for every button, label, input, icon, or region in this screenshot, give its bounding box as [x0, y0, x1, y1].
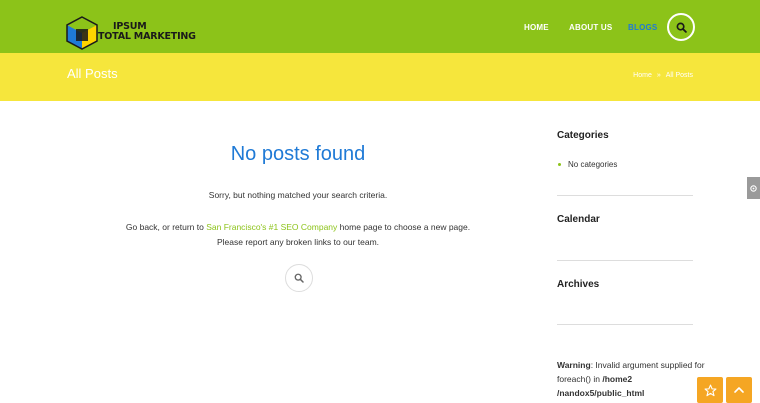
report-message: Please report any broken links to our te…	[216, 237, 380, 247]
chevron-up-icon	[734, 387, 744, 393]
sidebar-divider	[557, 324, 693, 325]
go-back-suffix: home page to choose a new page.	[337, 222, 471, 232]
nav-blogs[interactable]: BLOGS	[628, 23, 657, 32]
home-link[interactable]: San Francisco's #1 SEO Company	[206, 222, 337, 232]
nav-home[interactable]: HOME	[524, 23, 549, 32]
content-search-button[interactable]	[285, 264, 313, 292]
side-panel-tab[interactable]	[747, 177, 760, 199]
search-icon	[294, 273, 304, 283]
calendar-heading: Calendar	[557, 214, 600, 225]
logo-cube-icon[interactable]	[66, 16, 98, 50]
logo-text[interactable]: IPSUM TOTAL MARKETING	[98, 22, 196, 42]
nav-about-us[interactable]: ABOUT US	[569, 23, 612, 32]
sidebar-divider	[557, 195, 693, 196]
logo-line-2: TOTAL MARKETING	[98, 31, 196, 42]
search-icon	[676, 22, 687, 33]
no-posts-heading: No posts found	[230, 143, 366, 165]
breadcrumb-current: All Posts	[665, 72, 693, 79]
sorry-message: Sorry, but nothing matched your search c…	[208, 190, 388, 200]
gear-icon	[750, 184, 757, 192]
breadcrumb-separator: »	[656, 72, 661, 79]
go-back-message: Go back, or return to San Francisco's #1…	[68, 221, 528, 233]
scroll-to-top-button[interactable]	[726, 377, 752, 403]
warning-label: Warning	[557, 360, 591, 370]
favorite-button[interactable]	[697, 377, 723, 403]
breadcrumb: Home » All Posts	[633, 72, 693, 79]
no-categories-text: No categories	[568, 160, 618, 169]
php-warning: Warning: Invalid argument supplied for f…	[557, 358, 707, 400]
go-back-prefix: Go back, or return to	[125, 222, 207, 232]
breadcrumb-home[interactable]: Home	[633, 72, 652, 79]
list-bullet	[558, 163, 561, 166]
star-icon	[704, 384, 716, 396]
page-title: All Posts	[67, 66, 118, 81]
archives-heading: Archives	[557, 279, 600, 290]
sidebar-divider	[557, 260, 693, 261]
header-search-button[interactable]	[667, 13, 695, 41]
categories-heading: Categories	[557, 130, 609, 141]
